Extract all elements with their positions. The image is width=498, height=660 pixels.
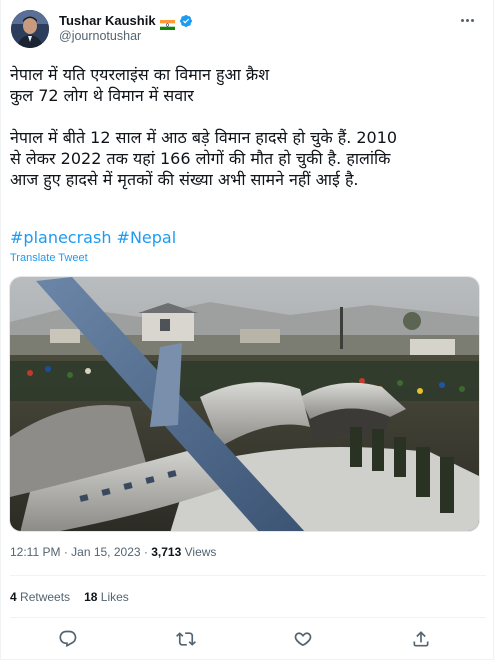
- likes-stat[interactable]: 18 Likes: [84, 590, 129, 604]
- india-flag-icon: [159, 15, 175, 30]
- views-label: Views: [184, 545, 217, 559]
- retweet-icon[interactable]: [176, 629, 196, 649]
- hashtag-nepal[interactable]: #Nepal: [117, 228, 177, 247]
- action-bar: [1, 625, 495, 653]
- hashtag-planecrash[interactable]: #planecrash: [10, 228, 111, 247]
- share-icon[interactable]: [411, 629, 431, 649]
- author-handle[interactable]: @journotushar: [59, 29, 141, 43]
- tweet-text: नेपाल में यति एयरलाइंस का विमान हुआ क्रै…: [10, 64, 488, 190]
- likes-count: 18: [84, 590, 98, 604]
- verified-badge-icon: [179, 13, 193, 27]
- avatar[interactable]: [11, 10, 49, 48]
- tweet-paragraph-1: नेपाल में यति एयरलाइंस का विमान हुआ क्रै…: [10, 65, 270, 105]
- views-count: 3,713: [151, 545, 182, 559]
- tweet-time[interactable]: 12:11 PM: [10, 545, 60, 559]
- hashtags: #planecrash #Nepal: [10, 228, 176, 247]
- tweet-meta: 12:11 PM · Jan 15, 2023 · 3,713 Views: [10, 545, 216, 559]
- divider: [10, 617, 486, 618]
- like-icon[interactable]: [293, 629, 313, 649]
- author-name[interactable]: Tushar Kaushik: [59, 13, 156, 28]
- meta-separator: ·: [60, 545, 72, 559]
- reply-icon[interactable]: [58, 629, 78, 649]
- tweet-photo[interactable]: [9, 276, 480, 532]
- likes-label: Likes: [100, 590, 129, 604]
- meta-separator: ·: [140, 545, 152, 559]
- author-name-row: Tushar Kaushik: [59, 11, 193, 30]
- retweets-count: 4: [10, 590, 17, 604]
- translate-tweet-link[interactable]: Translate Tweet: [10, 252, 88, 264]
- tweet-date[interactable]: Jan 15, 2023: [71, 545, 140, 559]
- retweets-label: Retweets: [20, 590, 71, 604]
- retweets-stat[interactable]: 4 Retweets: [10, 590, 70, 604]
- tweet-card: Tushar Kaushik @journotushar नेपाल में य…: [0, 0, 494, 660]
- tweet-paragraph-2: नेपाल में बीते 12 साल में आठ बड़े विमान …: [10, 128, 398, 189]
- divider: [10, 575, 486, 576]
- tweet-stats: 4 Retweets 18 Likes: [10, 590, 129, 604]
- more-icon[interactable]: [457, 12, 477, 28]
